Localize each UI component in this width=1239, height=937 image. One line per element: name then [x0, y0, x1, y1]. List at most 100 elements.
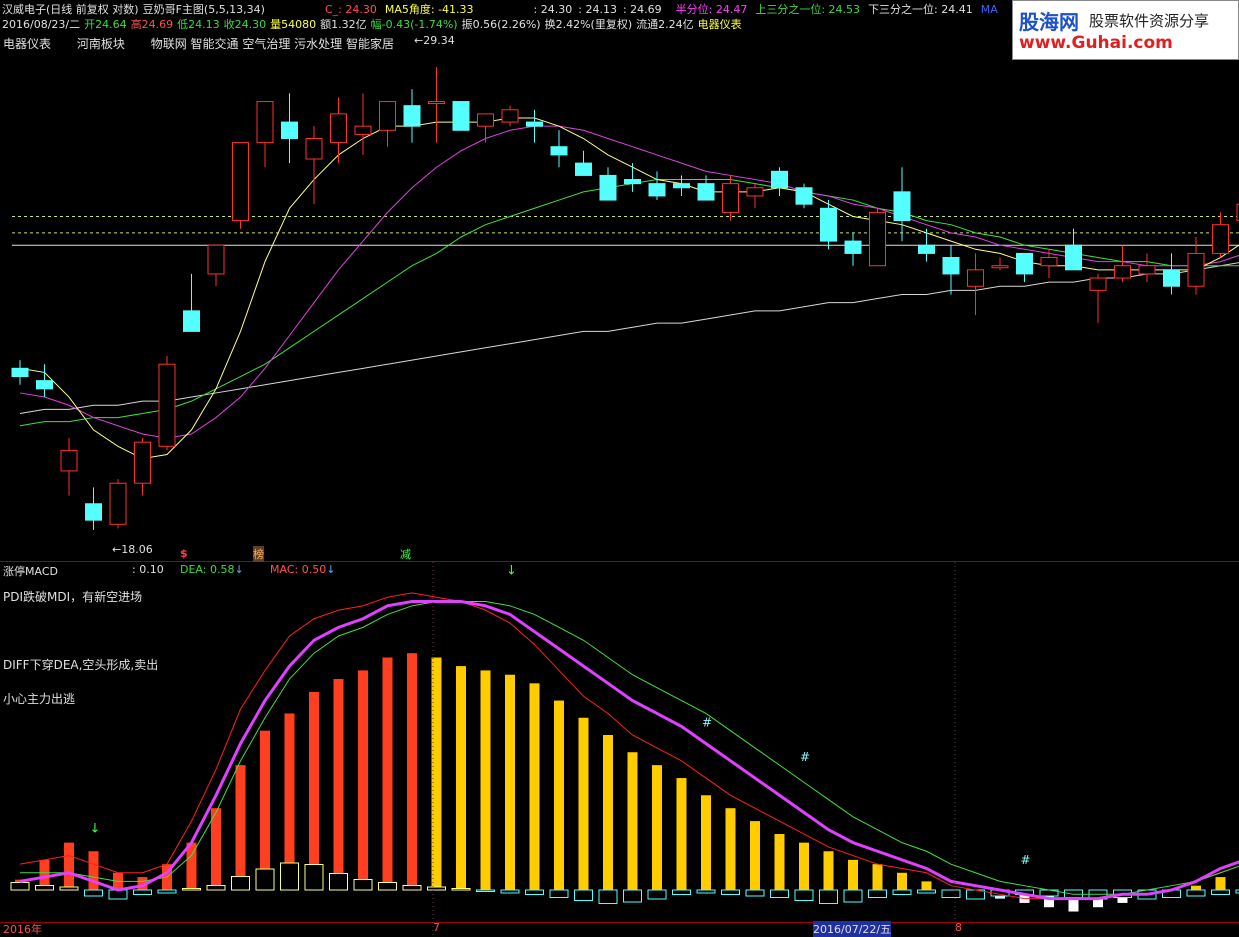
mac-down-arrow-icon: ↓: [326, 563, 336, 576]
candle-body-0: [11, 367, 29, 378]
macd-bar-26: [652, 765, 662, 890]
macd-box-0: [10, 882, 30, 891]
candle-body-30: [746, 187, 764, 197]
candle-body-28: [697, 183, 715, 201]
axis-label-month-8: 8: [955, 921, 962, 934]
macd-box-48: [1186, 889, 1206, 897]
quote-field-0: 2016/08/23/二: [2, 18, 81, 31]
quote-field-3: 低24.13: [177, 18, 220, 31]
macd-box-5: [133, 889, 152, 895]
note-warning: 小心主力出逃: [3, 692, 76, 706]
macd-bar-16: [407, 653, 417, 890]
marker-jian: 减: [400, 548, 411, 561]
candle-body-26: [648, 183, 666, 197]
macd-box-1: [35, 885, 54, 891]
ma-long-line: [19, 262, 1239, 414]
macd-box-32: [794, 889, 814, 901]
candle-body-8: [207, 244, 225, 275]
candle-body-45: [1114, 265, 1131, 279]
macd-box-15: [378, 882, 397, 891]
macd-box-11: [280, 862, 299, 891]
header-field-9: 下三分之一位: 24.41: [868, 3, 973, 16]
header-field-4: : 24.30: [533, 3, 573, 16]
candle-body-29: [722, 183, 739, 213]
header-row-1: 汉威电子(日线 前复权 对数) 豆奶哥F主图(5,5,13,34) C_: 24.3…: [2, 1, 1006, 17]
candle-body-22: [550, 146, 568, 156]
candlestick-chart: ↓ ↓ # # #: [10, 67, 1239, 935]
header-field-1: 豆奶哥F主图(5,5,13,34): [142, 3, 265, 16]
candle-body-40: [991, 265, 1009, 269]
axis-label-month-7: 7: [433, 921, 440, 934]
sector-1[interactable]: 电器仪表: [3, 37, 51, 51]
macd-bar-33: [823, 851, 834, 890]
note-pdi: PDI跌破MDI，有新空进场: [3, 590, 143, 604]
macd-bar-24: [603, 735, 613, 890]
macd-bar-20: [505, 674, 515, 890]
macd-bar-9: [235, 765, 246, 890]
sector-2[interactable]: 河南板块: [77, 37, 125, 51]
candle-body-2: [60, 449, 78, 472]
low-price-label: ←18.06: [112, 543, 153, 556]
macd-bar-32: [799, 842, 809, 890]
macd-box-25: [623, 889, 642, 903]
candle-body-42: [1040, 257, 1058, 267]
down-arrow-icon-1: ↓: [90, 822, 101, 837]
header-row-3: 电器仪表 河南板块 物联网 智能交通 空气治理 污水处理 智能家居: [3, 35, 394, 52]
macd-box-23: [574, 889, 593, 901]
candle-body-9: [232, 142, 249, 222]
quote-field-7: 幅-0.43(-1.74%): [370, 18, 458, 31]
header-field-7: 半分位: 24.47: [675, 3, 748, 16]
candle-body-21: [526, 121, 543, 127]
candle-body-32: [795, 187, 813, 205]
macd-box-10: [255, 868, 275, 891]
macd-box-49: [1211, 889, 1230, 895]
macd-title[interactable]: 涨停MACD: [3, 563, 58, 579]
macd-bar-8: [211, 808, 221, 890]
candle-body-3: [85, 503, 102, 521]
quote-field-10: 流通2.24亿: [636, 18, 694, 31]
candle-body-46: [1138, 265, 1156, 275]
header-field-8: 上三分之一位: 24.53: [755, 3, 861, 16]
candle-body-23: [575, 162, 592, 176]
ma5-line: [19, 117, 1239, 460]
macd-bar-36: [897, 872, 907, 890]
macd-bar-49: [1215, 877, 1226, 890]
candle-body-6: [158, 363, 176, 447]
candle-body-1: [36, 380, 53, 390]
candle-body-27: [673, 183, 690, 189]
candle-body-18: [452, 101, 470, 131]
candle-body-43: [1065, 244, 1082, 271]
candle-body-10: [256, 101, 274, 144]
candle-body-36: [893, 191, 911, 222]
macd-box-3: [84, 889, 103, 897]
quote-field-6: 额1.32亿: [320, 18, 367, 31]
header-field-10: MA: [980, 3, 998, 16]
mac-value: MAC: 0.50↓: [270, 563, 336, 576]
macd-bar-48: [1191, 885, 1201, 890]
macd-bar-31: [774, 834, 785, 890]
candle-body-25: [624, 179, 641, 185]
logo-url: www.Guhai.com: [1019, 33, 1173, 53]
hash-marker-1: #: [800, 750, 810, 764]
macd-box-29: [721, 889, 740, 895]
macd-bar-27: [676, 778, 687, 890]
candle-body-48: [1187, 252, 1205, 287]
candle-body-19: [477, 113, 494, 127]
header-field-0: 汉威电子(日线 前复权 对数): [2, 3, 139, 16]
candle-body-15: [379, 101, 396, 131]
candle-body-16: [403, 105, 421, 127]
candle-body-39: [967, 269, 984, 287]
candle-body-7: [183, 310, 200, 332]
candle-body-49: [1212, 224, 1229, 254]
macd-bar-21: [529, 683, 540, 890]
logo-name: 股海网: [1019, 10, 1079, 34]
macd-bar-2: [64, 842, 74, 890]
candle-body-14: [354, 125, 372, 135]
candle-body-47: [1163, 269, 1180, 287]
macd-bar-28: [701, 795, 711, 890]
macd-box-18: [451, 888, 471, 891]
macd-bar-25: [627, 752, 638, 890]
sector-concepts[interactable]: 物联网 智能交通 空气治理 污水处理 智能家居: [151, 37, 394, 51]
macd-box-27: [672, 889, 691, 895]
macd-box-28: [696, 889, 716, 894]
